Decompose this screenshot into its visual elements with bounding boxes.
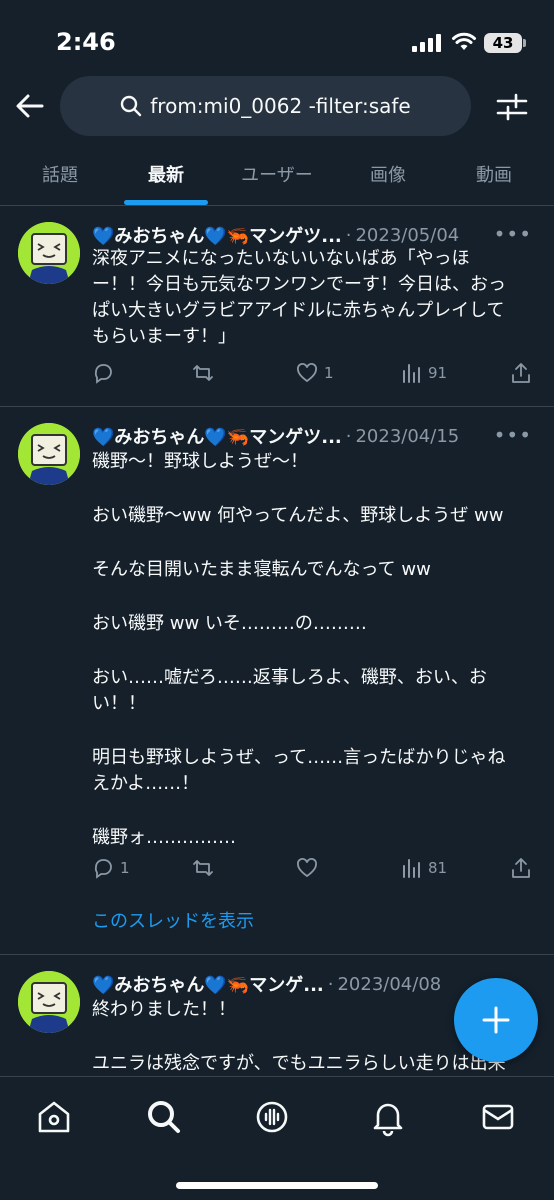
plus-icon xyxy=(482,1006,510,1034)
tweet-line: そんな目開いたまま寝転んでんなって ww xyxy=(92,559,431,580)
battery-tip xyxy=(523,39,526,47)
tab-users[interactable]: ユーザー xyxy=(222,142,332,206)
search-icon xyxy=(121,95,142,117)
bell-icon[interactable] xyxy=(368,1097,408,1137)
tweet-header: 💙みおちゃん💙🦐マンゲツ... · 2023/04/15 ••• xyxy=(92,421,542,451)
tweet-line: ぱい大きいグラビアアイドルに赤ちゃんプレイして xyxy=(92,300,505,321)
search-input[interactable]: from:mi0_0062 -filter:safe xyxy=(60,76,471,136)
tweet-text: 深夜アニメになったいないいないばあ「やっほ ー！！今日も元気なワンワンでーす！今… xyxy=(92,246,538,350)
tweet-actions: 1 91 xyxy=(92,362,542,392)
reply-button[interactable] xyxy=(92,362,120,384)
avatar[interactable] xyxy=(18,222,80,284)
tweet-line: ユニラは残念ですが、でもユニラらしい走りは出来 xyxy=(92,1053,506,1074)
home-icon[interactable] xyxy=(34,1097,74,1137)
battery-indicator: 43 xyxy=(484,33,522,53)
tweet-line xyxy=(92,717,538,745)
search-tabs: 話題 最新 ユーザー 画像 動画 xyxy=(0,142,554,206)
tweet-actions: 1 81 xyxy=(92,857,542,887)
reply-icon xyxy=(94,364,112,384)
tweet-date[interactable]: 2023/04/15 xyxy=(355,426,459,447)
avatar[interactable] xyxy=(18,971,80,1033)
reply-button[interactable]: 1 xyxy=(92,857,130,879)
tweet-line: おい磯野〜ww 何やってんだよ、野球しようぜ ww xyxy=(92,505,504,526)
wifi-icon xyxy=(452,32,476,50)
views-button[interactable]: 91 xyxy=(400,362,447,384)
tweet-line xyxy=(92,637,538,665)
status-bar: 2:46 43 xyxy=(0,0,554,70)
tab-latest[interactable]: 最新 xyxy=(124,142,208,206)
home-indicator[interactable] xyxy=(176,1182,378,1189)
more-options-icon[interactable]: ••• xyxy=(494,423,532,447)
search-icon[interactable] xyxy=(144,1097,184,1137)
tweet-line xyxy=(92,475,538,503)
tweet-line xyxy=(92,797,538,825)
tab-images[interactable]: 画像 xyxy=(346,142,430,206)
retweet-button[interactable] xyxy=(192,362,220,384)
more-options-icon[interactable]: ••• xyxy=(494,222,532,246)
view-count: 81 xyxy=(428,859,448,877)
tweet-line: い！！ xyxy=(92,693,146,714)
tab-videos[interactable]: 動画 xyxy=(452,142,536,206)
tweet-line: おい磯野 ww いそ………の……… xyxy=(92,613,367,634)
status-time: 2:46 xyxy=(56,28,116,56)
tweet-line: 明日も野球しようぜ、って……言ったばかりじゃね xyxy=(92,747,506,768)
tweet-text: 磯野〜！野球しようぜ〜！ おい磯野〜ww 何やってんだよ、野球しようぜ ww そ… xyxy=(92,449,538,851)
reply-icon xyxy=(94,859,112,879)
tweet-line xyxy=(92,583,538,611)
tab-trending[interactable]: 話題 xyxy=(18,142,102,206)
bar-chart-icon xyxy=(403,364,420,383)
share-icon xyxy=(512,363,530,383)
retweet-icon xyxy=(193,365,213,381)
like-count: 1 xyxy=(324,364,334,382)
views-button[interactable]: 81 xyxy=(400,857,447,879)
separator-dot: · xyxy=(345,224,352,246)
sliders-icon[interactable] xyxy=(496,92,528,122)
heart-icon xyxy=(297,858,317,878)
separator-dot: · xyxy=(345,425,352,447)
tweet-line xyxy=(92,529,538,557)
share-button[interactable] xyxy=(510,362,532,384)
tweet[interactable]: 💙みおちゃん💙🦐マンゲツ... · 2023/05/04 ••• 深夜アニメにな… xyxy=(0,206,554,407)
show-thread-link[interactable]: このスレッドを表示 xyxy=(92,907,254,933)
reply-count: 1 xyxy=(120,859,130,877)
retweet-icon xyxy=(193,860,213,876)
tweet-line: えかよ……！ xyxy=(92,773,200,794)
avatar-image xyxy=(18,423,80,485)
display-name[interactable]: 💙みおちゃん💙🦐マンゲ... xyxy=(92,971,324,997)
heart-icon xyxy=(297,363,317,383)
bar-chart-icon xyxy=(403,859,420,878)
compose-button[interactable] xyxy=(454,978,538,1062)
like-button[interactable]: 1 xyxy=(296,362,334,384)
separator-dot: · xyxy=(327,973,334,995)
avatar[interactable] xyxy=(18,423,80,485)
tweet-date[interactable]: 2023/05/04 xyxy=(355,225,459,246)
cellular-signal-icon xyxy=(412,34,441,52)
share-icon xyxy=(512,858,530,878)
mail-icon[interactable] xyxy=(478,1097,518,1137)
tweet-line: 磯野ォ…………… xyxy=(92,827,236,848)
tweet-line: 深夜アニメになったいないいないばあ「やっほ xyxy=(92,248,470,269)
spaces-icon[interactable] xyxy=(252,1097,292,1137)
tweet-line: 磯野〜！野球しようぜ〜！ xyxy=(92,451,308,472)
arrow-left-icon[interactable] xyxy=(14,90,46,122)
share-button[interactable] xyxy=(510,857,532,879)
avatar-image xyxy=(18,222,80,284)
tweet[interactable]: 💙みおちゃん💙🦐マンゲツ... · 2023/04/15 ••• 磯野〜！野球し… xyxy=(0,407,554,955)
display-name[interactable]: 💙みおちゃん💙🦐マンゲツ... xyxy=(92,423,342,449)
like-button[interactable] xyxy=(296,857,324,879)
avatar-image xyxy=(18,971,80,1033)
view-count: 91 xyxy=(428,364,448,382)
tweet-date[interactable]: 2023/04/08 xyxy=(337,974,441,995)
tweet-line: おい……嘘だろ……返事しろよ、磯野、おい、お xyxy=(92,667,487,688)
display-name[interactable]: 💙みおちゃん💙🦐マンゲツ... xyxy=(92,222,342,248)
retweet-button[interactable] xyxy=(192,857,220,879)
active-tab-indicator xyxy=(124,200,208,205)
tweet-line: ー！！今日も元気なワンワンでーす！今日は、おっ xyxy=(92,274,506,295)
search-query: from:mi0_0062 -filter:safe xyxy=(150,94,411,118)
tweet-line: もらいまーす！」 xyxy=(92,326,236,347)
